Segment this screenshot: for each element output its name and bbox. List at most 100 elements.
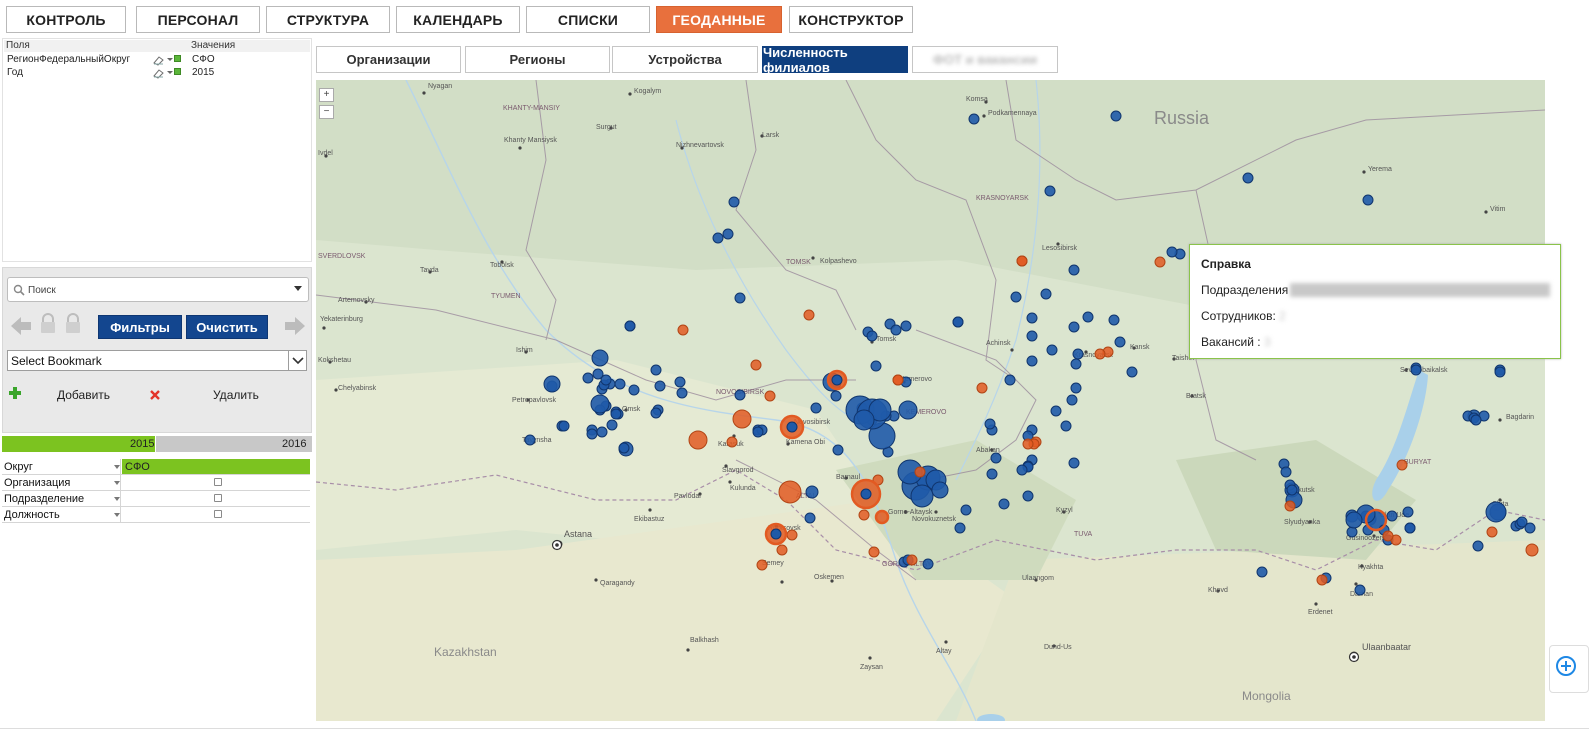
map-marker[interactable] [614,378,626,390]
nav-personnel[interactable]: ПЕРСОНАЛ [136,6,260,33]
map-marker[interactable] [868,546,880,558]
arrow-right-icon[interactable] [283,315,307,337]
map-marker[interactable] [906,554,918,566]
map-marker[interactable] [830,390,842,402]
map-marker[interactable] [591,349,609,367]
map-marker[interactable] [1026,330,1038,342]
map-marker[interactable] [1114,336,1126,348]
map-marker[interactable] [750,359,762,371]
filter-value[interactable] [122,475,310,490]
map-marker[interactable] [590,394,610,414]
map-marker[interactable] [1094,348,1106,360]
map-marker[interactable] [803,309,815,321]
map-marker[interactable] [558,420,570,432]
map-marker[interactable] [596,426,608,438]
map-marker[interactable] [931,481,949,499]
map-marker[interactable] [650,364,662,376]
map-marker[interactable] [1068,264,1080,276]
map-marker[interactable] [786,529,798,541]
map-marker[interactable] [1044,185,1056,197]
table-row[interactable]: Должность [2,507,310,523]
filter-value[interactable] [122,507,310,522]
map-marker[interactable] [1516,516,1528,528]
tab-organizations[interactable]: Организации [316,46,461,73]
lock-icon[interactable] [39,313,57,335]
map-marker[interactable] [618,442,630,454]
map-marker[interactable] [1486,526,1498,538]
map-marker[interactable] [677,324,689,336]
map-marker[interactable] [804,512,816,524]
map-marker[interactable] [1082,311,1094,323]
map-marker[interactable] [1256,566,1268,578]
map-marker[interactable] [728,196,740,208]
eraser-icon[interactable] [152,54,174,66]
arrow-left-icon[interactable] [9,315,33,337]
map-marker[interactable] [1004,374,1016,386]
map-marker[interactable] [1060,420,1072,432]
map-marker[interactable] [1066,394,1078,406]
map-marker[interactable] [606,419,618,431]
map-marker[interactable] [1022,438,1034,450]
year-left-label[interactable]: 2015 [130,438,154,450]
map-marker[interactable] [1410,364,1422,376]
unlock-icon[interactable] [64,313,82,335]
map-marker[interactable] [543,375,561,393]
map-marker[interactable] [986,468,998,480]
field-controls[interactable] [152,54,182,66]
map-marker[interactable] [752,426,764,438]
map-marker[interactable] [610,408,622,420]
map-marker[interactable] [778,480,802,504]
chat-bubble-icon[interactable] [1550,646,1588,692]
map-marker[interactable] [734,389,746,401]
nav-calendar[interactable]: КАЛЕНДАРЬ [396,6,520,33]
nav-constructor[interactable]: КОНСТРУКТОР [789,6,913,33]
map-marker[interactable] [688,430,708,450]
map-marker[interactable] [1040,288,1052,300]
map-marker[interactable] [712,232,724,244]
map-marker[interactable] [786,421,798,433]
map-marker[interactable] [582,372,594,384]
chevron-down-icon[interactable] [288,351,306,370]
map-marker[interactable] [1242,172,1254,184]
field-row[interactable]: РегионФедеральныйОкруг СФО [5,54,311,66]
tab-payroll-vacancies[interactable]: ФОТ и вакансии [912,46,1058,73]
clear-button[interactable]: Очистить [186,315,268,339]
checkbox[interactable] [214,510,222,518]
map-marker[interactable] [900,320,912,332]
map-marker[interactable] [1316,574,1328,586]
map-marker[interactable] [1016,255,1028,267]
delete-x-icon[interactable] [149,389,161,401]
map-marker[interactable] [954,522,966,534]
map-marker[interactable] [524,434,536,446]
map-marker[interactable] [866,330,878,342]
map-marker[interactable] [1070,382,1082,394]
map-marker[interactable] [1362,194,1374,206]
map-marker[interactable] [1154,256,1166,268]
map-marker[interactable] [831,374,843,386]
table-row[interactable]: Подразделение [2,491,310,507]
map-marker[interactable] [890,324,902,336]
map-marker[interactable] [1046,344,1058,356]
map-marker[interactable] [770,528,782,540]
year-right-label[interactable]: 2016 [282,438,306,450]
map-marker[interactable] [1404,522,1416,534]
map-marker[interactable] [1472,540,1484,552]
map-marker[interactable] [984,418,996,430]
map-marker[interactable] [1166,246,1178,258]
delete-button[interactable]: Удалить [213,388,259,402]
map-marker[interactable] [592,368,604,380]
year-selector[interactable]: 2015 2016 [2,436,312,452]
map-marker[interactable] [674,376,686,388]
map-marker[interactable] [1026,312,1038,324]
nav-lists[interactable]: СПИСКИ [526,6,650,33]
map-marker[interactable] [860,488,872,500]
map-canvas[interactable]: Russia Kazakhstan Mongolia KHANTY-MANSIY… [316,80,1545,721]
map-marker[interactable] [734,292,746,304]
map-marker[interactable] [1010,291,1022,303]
side-widget[interactable] [1549,645,1589,693]
checkbox[interactable] [214,494,222,502]
chevron-down-icon[interactable] [294,286,302,291]
map-marker[interactable] [1382,530,1394,542]
map-marker[interactable] [650,407,662,419]
map-marker[interactable] [1402,506,1414,518]
